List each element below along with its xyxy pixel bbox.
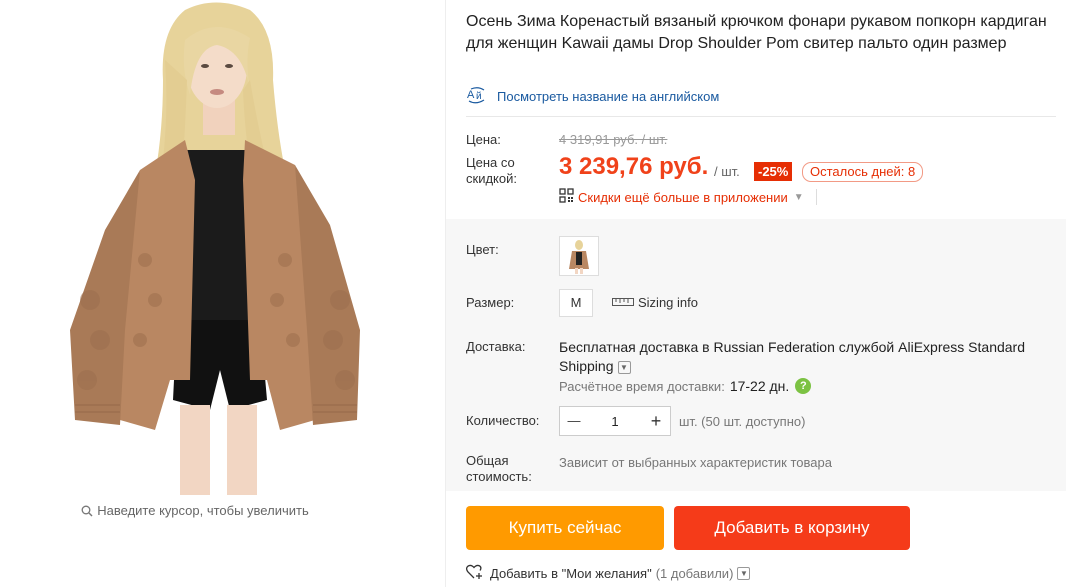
product-title: Осень Зима Коренастый вязаный крючком фо…: [466, 13, 1047, 52]
stock-info: шт. (50 шт. доступно): [679, 414, 806, 429]
sizing-info-link[interactable]: Sizing info: [612, 295, 698, 310]
shipping-country[interactable]: Russian Federation: [713, 339, 834, 355]
sizing-info-label: Sizing info: [638, 295, 698, 310]
total-label-line1: Общая: [466, 453, 509, 468]
shipping-free-text: Бесплатная доставка в: [559, 339, 710, 355]
magnifier-icon: [81, 505, 93, 520]
discount-badge: -25%: [754, 162, 793, 181]
buy-now-button[interactable]: Купить сейчас: [466, 506, 664, 550]
days-left-badge: Осталось дней: 8: [802, 162, 924, 182]
svg-text:A: A: [467, 89, 475, 101]
zoom-hint-text: Наведите курсор, чтобы увеличить: [97, 503, 309, 518]
ruler-icon: [612, 295, 634, 310]
zoom-hint: Наведите курсор, чтобы увеличить: [0, 503, 390, 520]
quantity-increase-button[interactable]: +: [642, 407, 670, 435]
discount-price-label-line1: Цена со: [466, 155, 515, 170]
separator: [466, 116, 1056, 117]
translate-link-label: Посмотреть название на английском: [497, 89, 720, 104]
eta-label: Расчётное время доставки:: [559, 378, 725, 394]
qr-code-icon: [559, 188, 574, 206]
size-label: Размер:: [466, 295, 515, 310]
color-swatch[interactable]: [559, 236, 599, 276]
wishlist-count: (1 добавили): [655, 566, 734, 581]
chevron-down-icon: ▼: [793, 191, 804, 203]
price-label: Цена:: [466, 132, 501, 147]
shipping-dropdown-icon[interactable]: ▼: [617, 361, 631, 374]
size-option-m[interactable]: M: [559, 289, 593, 317]
wishlist-dropdown-icon[interactable]: ▼: [737, 567, 751, 580]
eta-value: 17-22 дн.: [729, 378, 790, 394]
delivery-estimate: Расчётное время доставки: 17-22 дн. ?: [559, 378, 812, 394]
help-icon[interactable]: ?: [795, 378, 812, 394]
sale-price: 3 239,76 руб.: [559, 153, 709, 180]
quantity-decrease-button[interactable]: —: [560, 407, 588, 435]
shipping-via: службой: [838, 339, 895, 355]
product-gallery: Наведите курсор, чтобы увеличить: [0, 0, 445, 587]
quantity-input[interactable]: 1: [588, 414, 642, 429]
quantity-stepper: — 1 +: [559, 406, 671, 436]
svg-text:й: й: [476, 91, 482, 102]
price-unit: / шт.: [714, 164, 740, 179]
heart-plus-icon: [465, 564, 484, 583]
total-label-line2: стоимость:: [466, 469, 532, 484]
wishlist-label: Добавить в "Мои желания": [490, 566, 652, 581]
wishlist-link[interactable]: Добавить в "Мои желания" (1 добавили) ▼: [465, 564, 751, 583]
shipping-label: Доставка:: [466, 339, 526, 354]
divider: [815, 189, 817, 205]
total-value: Зависит от выбранных характеристик товар…: [559, 455, 832, 470]
add-to-cart-button[interactable]: Добавить в корзину: [674, 506, 910, 550]
discount-price-label-line2: скидкой:: [466, 171, 517, 186]
total-label: Общая стоимость:: [466, 453, 532, 485]
discount-price-label: Цена со скидкой:: [466, 155, 517, 187]
translate-link[interactable]: A й Посмотреть название на английском: [466, 86, 719, 107]
app-discount-label: Скидки ещё больше в приложении: [578, 189, 788, 205]
original-price: 4 319,91 руб. / шт.: [559, 132, 668, 147]
shipping-info: Бесплатная доставка в Russian Federation…: [559, 338, 1049, 376]
quantity-label: Количество:: [466, 413, 540, 428]
app-discount-link[interactable]: Скидки ещё больше в приложении ▼: [559, 188, 817, 206]
product-photo[interactable]: [45, 0, 385, 495]
product-info: Осень Зима Коренастый вязаный крючком фо…: [446, 0, 1066, 587]
translate-icon: A й: [466, 86, 488, 107]
color-label: Цвет:: [466, 242, 499, 257]
